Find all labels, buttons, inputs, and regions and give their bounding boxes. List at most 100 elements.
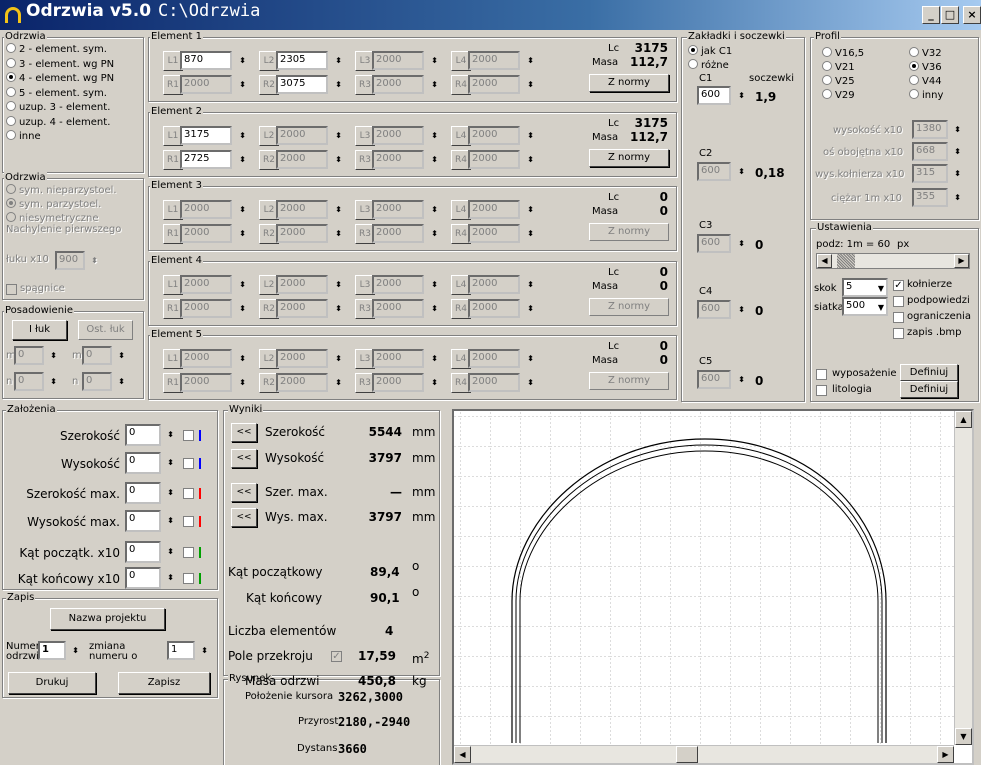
slope-input[interactable]: 900 <box>55 251 85 270</box>
spinner-icon[interactable]: ⬍ <box>234 75 251 94</box>
door-number-spinner-icon[interactable]: ⬍ <box>67 641 84 660</box>
scale-slider[interactable]: ◀ ▶ <box>816 253 970 269</box>
minimize-button[interactable]: _ <box>922 6 940 24</box>
segment-input-r1[interactable]: 2000 <box>180 224 232 243</box>
spinner-icon[interactable]: ⬍ <box>426 224 443 243</box>
spinner-icon[interactable]: ⬍ <box>330 349 347 368</box>
define-lithology-button[interactable]: Definiuj <box>900 381 958 398</box>
n1-spinner-icon[interactable]: ⬍ <box>45 372 62 391</box>
segment-input-r2[interactable]: 2000 <box>276 149 328 169</box>
scroll-right-icon[interactable]: ▶ <box>937 746 954 763</box>
segment-input-r4[interactable]: 2000 <box>468 75 520 94</box>
close-button[interactable]: × <box>963 6 981 24</box>
segment-input-l4[interactable]: 2000 <box>468 125 520 145</box>
symmetry-option[interactable]: sym. nieparzystoel. <box>6 184 142 197</box>
segment-input-l4[interactable]: 2000 <box>468 274 520 294</box>
horizontal-scrollbar[interactable]: ◀ ▶ <box>454 745 954 763</box>
spinner-icon[interactable]: ⬍ <box>330 299 347 318</box>
spinner-icon[interactable]: ⬍ <box>522 275 539 294</box>
from-norm-button[interactable]: Z normy <box>589 148 669 167</box>
c4-input[interactable]: 600 <box>697 300 731 319</box>
assumption-input[interactable]: 0 <box>125 424 161 446</box>
spinner-icon[interactable]: ⬍ <box>522 51 539 70</box>
print-button[interactable]: Drukuj <box>8 672 96 694</box>
c3-spinner-icon[interactable]: ⬍ <box>733 234 750 253</box>
flanges-checkbox[interactable]: ✓ <box>893 280 904 291</box>
radio-button-icon[interactable] <box>909 89 919 99</box>
axis-spinner-icon[interactable]: ⬍ <box>949 142 966 161</box>
radio-button-icon[interactable] <box>6 184 16 194</box>
segment-input-r1[interactable]: 2000 <box>180 75 232 94</box>
segment-input-l3[interactable]: 2000 <box>372 51 424 70</box>
radio-button-icon[interactable] <box>6 101 16 111</box>
segment-input-l1[interactable]: 870 <box>180 51 232 70</box>
assumption-checkbox[interactable] <box>183 547 194 558</box>
slope-spinner-icon[interactable]: ⬍ <box>86 251 103 270</box>
scroll-down-icon[interactable]: ▼ <box>955 728 972 745</box>
radio-button-icon[interactable] <box>909 61 919 71</box>
spinner-icon[interactable]: ⬍ <box>234 373 251 392</box>
c5-spinner-icon[interactable]: ⬍ <box>733 370 750 389</box>
n1-input[interactable]: 0 <box>14 372 44 391</box>
n2-spinner-icon[interactable]: ⬍ <box>113 372 130 391</box>
c3-input[interactable]: 600 <box>697 234 731 253</box>
spinner-icon[interactable]: ⬍ <box>330 150 347 169</box>
profile-option[interactable]: inny <box>909 89 943 102</box>
spinner-icon[interactable]: ⬍ <box>234 126 251 145</box>
spinner-icon[interactable]: ⬍ <box>426 75 443 94</box>
spinner-icon[interactable]: ⬍ <box>234 275 251 294</box>
assumption-spinner-icon[interactable]: ⬍ <box>162 482 179 504</box>
spinner-icon[interactable]: ⬍ <box>522 373 539 392</box>
segment-input-r2[interactable]: 3075 <box>276 75 328 94</box>
spinner-icon[interactable]: ⬍ <box>426 373 443 392</box>
spinner-icon[interactable]: ⬍ <box>522 299 539 318</box>
from-norm-button[interactable]: Z normy <box>589 372 669 390</box>
spinner-icon[interactable]: ⬍ <box>330 373 347 392</box>
radio-button-icon[interactable] <box>6 115 16 126</box>
segment-input-r1[interactable]: 2000 <box>180 373 232 392</box>
assumption-input[interactable]: 0 <box>125 452 161 474</box>
slider-right-icon[interactable]: ▶ <box>954 254 969 268</box>
assumption-input[interactable]: 0 <box>125 510 161 532</box>
spinner-icon[interactable]: ⬍ <box>234 299 251 318</box>
spinner-icon[interactable]: ⬍ <box>522 150 539 169</box>
define-equipment-button[interactable]: Definiuj <box>900 364 958 381</box>
spinner-icon[interactable]: ⬍ <box>234 349 251 368</box>
radio-button-icon[interactable] <box>6 198 16 208</box>
radio-button-icon[interactable] <box>6 57 16 68</box>
spinner-icon[interactable]: ⬍ <box>426 150 443 169</box>
spinner-icon[interactable]: ⬍ <box>426 200 443 219</box>
segment-input-r4[interactable]: 2000 <box>468 224 520 243</box>
number-change-input[interactable]: 1 <box>167 641 195 660</box>
radio-button-icon[interactable] <box>6 130 16 140</box>
door-type-option[interactable]: 5 - element. sym. <box>6 86 142 100</box>
door-type-option[interactable]: uzup. 3 - element. <box>6 101 142 114</box>
weight-spinner-icon[interactable]: ⬍ <box>949 188 966 207</box>
same-as-c1-radio[interactable]: jak C1 <box>688 45 732 58</box>
segment-input-l2[interactable]: 2000 <box>276 349 328 368</box>
door-type-option[interactable]: inne <box>6 130 142 143</box>
segment-input-l3[interactable]: 2000 <box>372 125 424 145</box>
segment-input-l2[interactable]: 2305 <box>276 51 328 70</box>
back-button[interactable]: << <box>231 508 257 527</box>
slider-thumb[interactable] <box>837 254 855 268</box>
save-button[interactable]: Zapisz <box>118 672 210 694</box>
grid-select[interactable]: 500 ▼ <box>842 297 888 316</box>
radio-button-icon[interactable] <box>6 212 16 222</box>
segment-input-r2[interactable]: 2000 <box>276 373 328 392</box>
segment-input-l3[interactable]: 2000 <box>372 274 424 294</box>
radio-button-icon[interactable] <box>822 89 832 99</box>
assumption-input[interactable]: 0 <box>125 567 161 589</box>
spinner-icon[interactable]: ⬍ <box>426 51 443 70</box>
from-norm-button[interactable]: Z normy <box>589 297 669 316</box>
segment-input-r2[interactable]: 2000 <box>276 224 328 243</box>
c5-input[interactable]: 600 <box>697 370 731 389</box>
drawing-canvas[interactable]: ▲ ▼ ◀ ▶ <box>452 409 974 765</box>
project-name-button[interactable]: Nazwa projektu <box>50 608 165 630</box>
radio-button-icon[interactable] <box>6 72 16 82</box>
spinner-icon[interactable]: ⬍ <box>330 126 347 145</box>
spinner-icon[interactable]: ⬍ <box>234 150 251 169</box>
height-spinner-icon[interactable]: ⬍ <box>949 120 966 139</box>
from-norm-button[interactable]: Z normy <box>589 74 669 92</box>
spinner-icon[interactable]: ⬍ <box>234 200 251 219</box>
